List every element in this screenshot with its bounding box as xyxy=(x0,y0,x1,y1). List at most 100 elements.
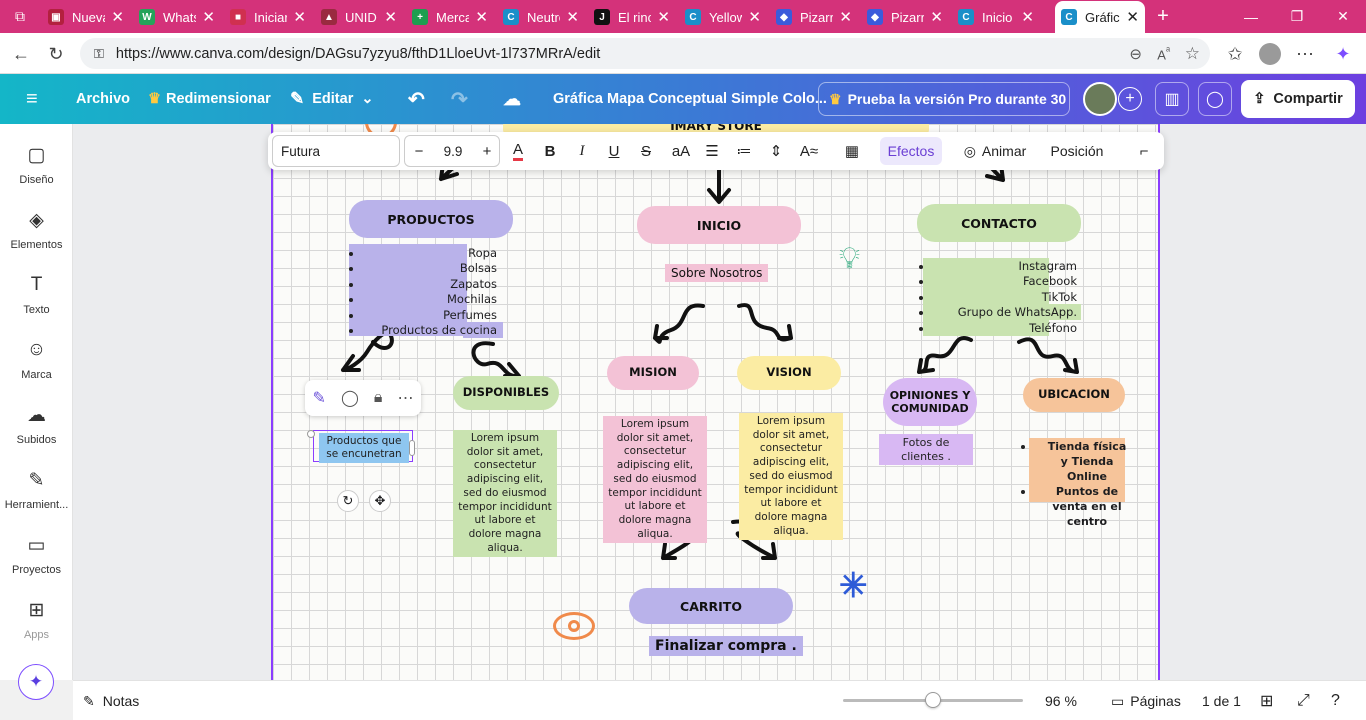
lock-icon[interactable]: 🔒︎ xyxy=(374,389,383,407)
sidebar-item[interactable]: ⊞ Apps xyxy=(0,599,73,641)
sparkle-icon[interactable]: ✳ xyxy=(839,566,868,606)
tab-actions-icon[interactable]: ⧉ xyxy=(0,0,40,33)
magic-assistant-icon[interactable]: ✦ xyxy=(18,664,54,700)
sidebar-item[interactable]: ▢ Diseño xyxy=(0,144,73,186)
browser-tab[interactable]: ◆ Pizarra ✕ xyxy=(861,3,949,31)
animar-button[interactable]: ◎ Animar xyxy=(958,132,1032,170)
close-tab-icon[interactable]: ✕ xyxy=(657,8,670,26)
browser-tab[interactable]: ◆ Pizarra ✕ xyxy=(770,3,858,31)
ubicacion-title[interactable]: UBICACION xyxy=(1023,378,1125,412)
add-comment-icon[interactable]: ◯ xyxy=(341,388,359,408)
copy-style-icon[interactable]: ⌐ xyxy=(1132,132,1156,170)
resize-handle[interactable] xyxy=(307,430,315,438)
pro-trial-button[interactable]: ♛ Prueba la versión Pro durante 30 ... xyxy=(818,82,1070,116)
disponibles-text[interactable]: Lorem ipsum dolor sit amet, consectetur … xyxy=(453,430,557,558)
close-tab-icon[interactable]: ✕ xyxy=(1021,8,1034,26)
close-tab-icon[interactable]: ✕ xyxy=(748,8,761,26)
lightbulb-icon[interactable]: 💡︎ xyxy=(839,242,860,276)
sidebar-item[interactable]: T Texto xyxy=(0,274,73,316)
contacto-list[interactable]: Instagram Facebook TikTok Grupo de WhatsApp… xyxy=(919,259,1081,336)
sidebar-item[interactable]: ✎ Herramient... xyxy=(0,469,73,511)
share-button[interactable]: ⇪ Compartir xyxy=(1241,80,1355,118)
font-family-select[interactable]: Futura xyxy=(272,135,400,167)
close-window-button[interactable]: ✕ xyxy=(1320,0,1366,33)
comment-icon[interactable]: ◯ xyxy=(1198,82,1232,116)
copilot-icon[interactable]: ✦ xyxy=(1330,41,1356,67)
new-tab-button[interactable]: + xyxy=(1150,0,1176,33)
redimensionar-button[interactable]: ♛ Redimensionar xyxy=(148,74,271,124)
reload-icon[interactable]: ↻ xyxy=(43,41,69,67)
close-tab-icon[interactable]: ✕ xyxy=(202,8,215,26)
more-icon[interactable]: ⋯ xyxy=(1292,41,1318,67)
favorites-icon[interactable]: ✩ xyxy=(1222,41,1248,67)
move-icon[interactable]: ✥ xyxy=(369,490,391,512)
carrito-title[interactable]: CARRITO xyxy=(629,588,793,624)
undo-icon[interactable]: ↶ xyxy=(408,74,425,124)
close-tab-icon[interactable]: ✕ xyxy=(384,8,397,26)
contacto-title[interactable]: CONTACTO xyxy=(917,204,1081,242)
editar-button[interactable]: ✎ Editar ⌄ xyxy=(290,74,374,124)
zoom-icon[interactable]: ⊖ xyxy=(1129,45,1142,63)
font-size-value[interactable]: 9.9 xyxy=(433,136,473,166)
pages-button[interactable]: ▭ Páginas xyxy=(1111,681,1181,720)
browser-tab[interactable]: C Gráfica ✕ xyxy=(1055,1,1145,33)
opiniones-title[interactable]: OPINIONES Y COMUNIDAD xyxy=(883,378,977,426)
productos-title[interactable]: PRODUCTOS xyxy=(349,200,513,238)
transparency-icon[interactable]: ▦ xyxy=(840,132,864,170)
restore-button[interactable]: ❐ xyxy=(1274,0,1320,33)
browser-tab[interactable]: C Neutro ✕ xyxy=(497,3,585,31)
close-tab-icon[interactable]: ✕ xyxy=(293,8,306,26)
efectos-button[interactable]: Efectos xyxy=(880,137,942,165)
inicio-title[interactable]: INICIO xyxy=(637,206,801,244)
bold-icon[interactable]: B xyxy=(538,132,562,170)
zoom-slider[interactable] xyxy=(843,692,1023,708)
disponibles-title[interactable]: DISPONIBLES xyxy=(453,376,559,410)
spacing-icon[interactable]: ⇕ xyxy=(764,132,788,170)
mision-text[interactable]: Lorem ipsum dolor sit amet, consectetur … xyxy=(603,416,707,544)
list-icon[interactable]: ≔ xyxy=(732,132,756,170)
profile-avatar[interactable] xyxy=(1257,41,1283,67)
browser-tab[interactable]: ■ Iniciar ✕ xyxy=(224,3,312,31)
close-tab-icon[interactable]: ✕ xyxy=(475,8,488,26)
user-avatar[interactable] xyxy=(1083,82,1117,116)
fullscreen-icon[interactable]: ⤢ xyxy=(1297,681,1310,720)
rotate-icon[interactable]: ↻ xyxy=(337,490,359,512)
sobre-nosotros-label[interactable]: Sobre Nosotros xyxy=(665,264,769,282)
zoom-value[interactable]: 96 % xyxy=(1045,681,1077,720)
sidebar-item[interactable]: ▭ Proyectos xyxy=(0,534,73,576)
sidebar-item[interactable]: ☁ Subidos xyxy=(0,404,73,446)
italic-icon[interactable]: I xyxy=(570,132,594,170)
notas-button[interactable]: ✎ Notas xyxy=(83,681,139,720)
opiniones-text[interactable]: Fotos de clientes . xyxy=(879,434,973,466)
ubicacion-list[interactable]: Tienda física y Tienda Online Puntos de v… xyxy=(1021,439,1131,529)
side-resize-handle[interactable] xyxy=(409,440,415,456)
letter-case-icon[interactable]: aA xyxy=(668,132,694,170)
selected-text-box[interactable]: Productos que se encunetran xyxy=(319,433,409,463)
align-center-icon[interactable]: ☰ xyxy=(700,132,724,170)
strikethrough-icon[interactable]: S xyxy=(634,132,658,170)
cloud-sync-icon[interactable]: ☁ xyxy=(503,74,521,124)
underline-icon[interactable]: U xyxy=(602,132,626,170)
zoom-slider-handle[interactable] xyxy=(925,692,941,708)
add-collaborator-icon[interactable]: + xyxy=(1118,87,1142,111)
close-tab-icon[interactable]: ✕ xyxy=(839,8,852,26)
eye-icon[interactable] xyxy=(553,612,595,640)
browser-tab[interactable]: W WhatsApp ✕ xyxy=(133,3,221,31)
menu-icon[interactable]: ≡ xyxy=(26,74,38,124)
design-title[interactable]: Gráfica Mapa Conceptual Simple Colo... xyxy=(553,74,827,124)
close-tab-icon[interactable]: ✕ xyxy=(930,8,943,26)
design-page[interactable]: IMARY STORE 💡︎ ✳ PRODUCTOS Ropa Bolsas Zap… xyxy=(271,124,1160,680)
site-info-icon[interactable]: ⚿ xyxy=(94,46,104,62)
browser-tab[interactable]: C Yellow ✕ xyxy=(679,3,767,31)
back-icon[interactable]: ← xyxy=(8,41,34,67)
analytics-icon[interactable]: ▥ xyxy=(1155,82,1189,116)
close-tab-icon[interactable]: ✕ xyxy=(1126,8,1139,26)
favorite-icon[interactable]: ☆ xyxy=(1185,44,1200,64)
sidebar-item[interactable]: ☺ Marca xyxy=(0,339,73,381)
text-color-icon[interactable]: A xyxy=(506,132,530,170)
browser-tab[interactable]: C Inicio ✕ xyxy=(952,3,1040,31)
finalizar-compra-label[interactable]: Finalizar compra . xyxy=(649,636,803,656)
minimize-button[interactable]: — xyxy=(1228,0,1274,33)
grid-view-icon[interactable]: ⊞ xyxy=(1260,681,1273,720)
increase-size-button[interactable]: + xyxy=(477,136,497,166)
